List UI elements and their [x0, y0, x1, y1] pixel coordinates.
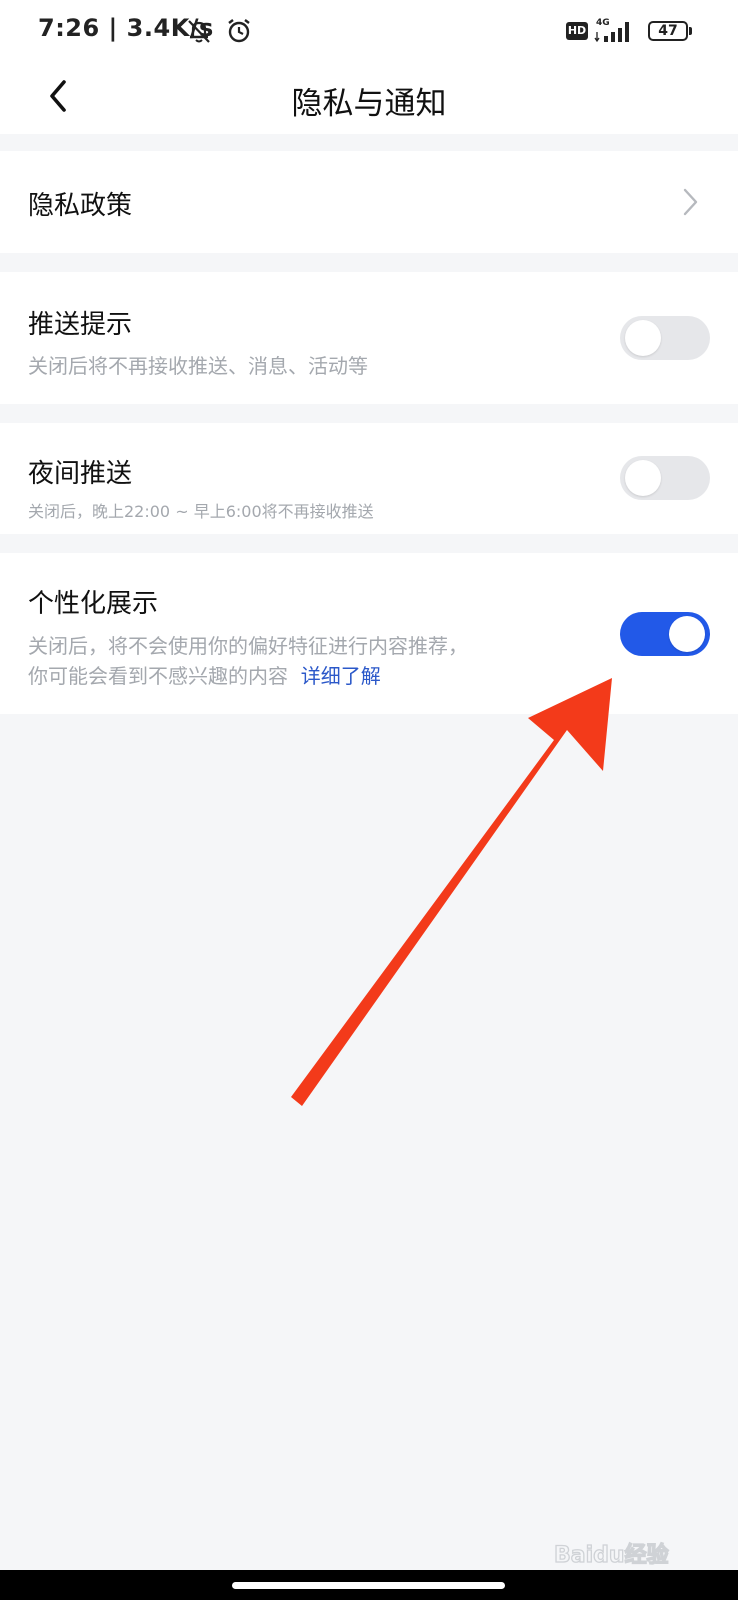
privacy-policy-row[interactable]: 隐私政策: [0, 151, 738, 253]
personalized-toggle[interactable]: [620, 612, 710, 656]
night-push-description: 关闭后，晚上22:00 ~ 早上6:00将不再接收推送: [28, 502, 374, 521]
push-setting-row: 推送提示 关闭后将不再接收推送、消息、活动等: [0, 272, 738, 404]
hd-badge: HD: [566, 22, 588, 40]
chevron-right-icon: [683, 188, 698, 216]
privacy-policy-label: 隐私政策: [28, 191, 133, 221]
personalized-description-line1: 关闭后，将不会使用你的偏好特征进行内容推荐，: [28, 634, 468, 658]
page-title: 隐私与通知: [291, 86, 447, 122]
toggle-knob: [625, 460, 661, 496]
home-indicator[interactable]: [232, 1582, 505, 1589]
toggle-knob: [669, 616, 705, 652]
baidu-watermark: Baidu经验: [553, 1541, 669, 1568]
network-label: 4G: [596, 18, 610, 28]
toggle-knob: [625, 320, 661, 356]
night-push-toggle[interactable]: [620, 456, 710, 500]
arrow-shape: [291, 678, 612, 1106]
learn-more-link[interactable]: 详细了解: [301, 664, 381, 688]
push-toggle[interactable]: [620, 316, 710, 360]
battery-icon: 47: [648, 21, 688, 41]
night-push-label: 夜间推送: [28, 459, 133, 489]
personalized-setting-row: 个性化展示 关闭后，将不会使用你的偏好特征进行内容推荐， 你可能会看到不感兴趣的…: [0, 553, 738, 714]
personalized-description-text: 你可能会看到不感兴趣的内容: [28, 664, 288, 688]
mute-bell-icon: [188, 20, 210, 43]
status-bar: 7:26 | 3.4K/s HD 4G 47: [0, 0, 738, 64]
battery-tip: [689, 27, 692, 35]
signal-icon: 4G: [594, 18, 629, 43]
push-label: 推送提示: [28, 310, 133, 340]
personalized-description-line2: 你可能会看到不感兴趣的内容 详细了解: [28, 661, 381, 691]
watermark-text: Baidu经验: [554, 1542, 669, 1568]
personalized-label: 个性化展示: [28, 589, 159, 619]
nav-bar: 隐私与通知: [0, 64, 738, 134]
alarm-icon: [228, 19, 250, 43]
night-push-setting-row: 夜间推送 关闭后，晚上22:00 ~ 早上6:00将不再接收推送: [0, 423, 738, 534]
push-description: 关闭后将不再接收推送、消息、活动等: [28, 354, 368, 378]
